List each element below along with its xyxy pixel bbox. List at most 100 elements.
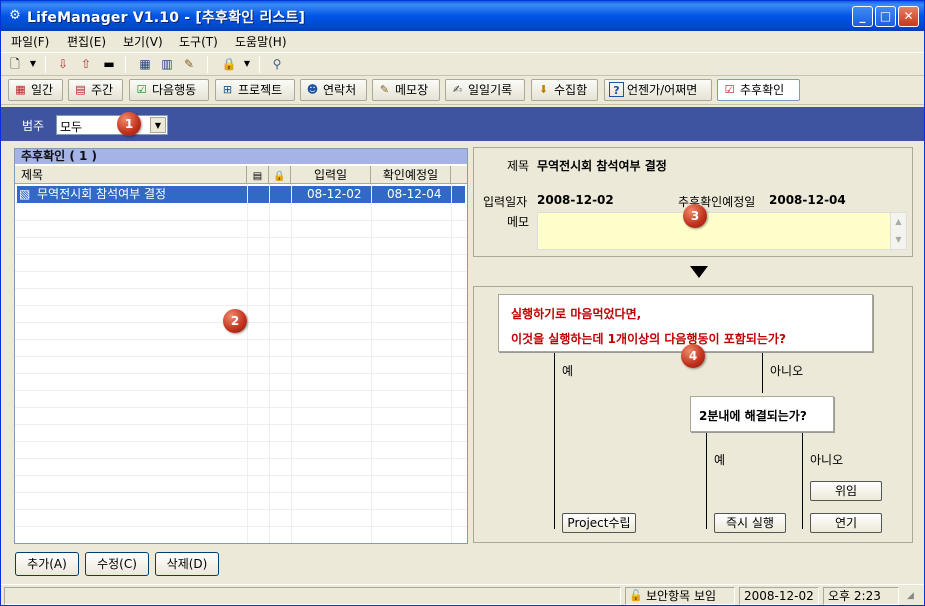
callout-badge-1: 1 bbox=[117, 112, 141, 136]
table-row[interactable]: ▧ 무역전시회 참석여부 결정 08-12-02 08-12-04 bbox=[17, 186, 465, 203]
question-box-2: 2분내에 해결되는가? bbox=[690, 396, 834, 432]
detail-title-value: 무역전시회 참석여부 결정 bbox=[537, 159, 667, 173]
nav-daily-label: 일간 bbox=[31, 83, 54, 97]
close-icon: ✕ bbox=[903, 9, 914, 23]
yes-label-2: 예 bbox=[714, 453, 726, 467]
memo-textarea[interactable]: ▲ ▼ bbox=[537, 212, 907, 250]
status-security[interactable]: 🔓 보안항목 보임 bbox=[625, 587, 735, 605]
row-input-date: 08-12-02 bbox=[307, 187, 362, 201]
lock-dropdown-icon[interactable]: ▼ bbox=[239, 56, 255, 72]
contact-icon: ☻ bbox=[306, 83, 319, 96]
list-header: 제목 ▤ 🔒 입력일 확인예정일 bbox=[15, 166, 467, 184]
status-date: 2008-12-02 bbox=[739, 587, 819, 605]
nav-inbox-button[interactable]: ⬇ 수집함 bbox=[531, 79, 598, 101]
detail-title-label: 제목 bbox=[507, 159, 530, 173]
menu-edit[interactable]: 편집(E) bbox=[67, 33, 106, 50]
title-bar[interactable]: ⚙ LifeManager V1.10 - [추후확인 리스트] _ □ ✕ bbox=[1, 1, 924, 31]
category-select[interactable]: 모두 ▼ bbox=[56, 115, 168, 135]
status-bar: 🔓 보안항목 보임 2008-12-02 오후 2:23 ◢ bbox=[1, 584, 924, 605]
memo-icon: ✎ bbox=[379, 83, 390, 96]
lock-column-icon: 🔒 bbox=[273, 171, 286, 182]
menu-help[interactable]: 도움말(H) bbox=[235, 33, 287, 50]
menu-file[interactable]: 파일(F) bbox=[11, 33, 49, 50]
scroll-up-icon[interactable]: ▲ bbox=[891, 213, 906, 231]
menu-view[interactable]: 보기(V) bbox=[123, 33, 163, 50]
book-icon[interactable]: ▥ bbox=[159, 56, 175, 72]
nav-daily-button[interactable]: ▦ 일간 bbox=[8, 79, 63, 101]
nav-someday-button[interactable]: ? 언젠가/어쩌면 bbox=[604, 79, 712, 101]
delete-button[interactable]: 삭제(D) bbox=[155, 552, 219, 576]
nav-next-action-button[interactable]: ☑ 다음행동 bbox=[129, 79, 209, 101]
status-time: 오후 2:23 bbox=[823, 587, 899, 605]
calendar-day-icon: ▦ bbox=[15, 83, 26, 96]
nav-inbox-label: 수집함 bbox=[554, 83, 588, 97]
add-button[interactable]: 추가(A) bbox=[15, 552, 79, 576]
calendar-icon[interactable]: ▦ bbox=[137, 56, 153, 72]
detail-input-date-value: 2008-12-02 bbox=[537, 193, 614, 207]
search-icon[interactable]: ⚲ bbox=[269, 56, 285, 72]
nav-contacts-label: 연락처 bbox=[323, 83, 357, 97]
nav-weekly-button[interactable]: ▤ 주간 bbox=[68, 79, 123, 101]
checklist-icon: ☑ bbox=[136, 83, 147, 96]
menu-tools[interactable]: 도구(T) bbox=[179, 33, 218, 50]
tools-icon[interactable]: ✎ bbox=[181, 56, 197, 72]
nav-memo-button[interactable]: ✎ 메모장 bbox=[372, 79, 440, 101]
nav-followup-button[interactable]: ☑ 추후확인 bbox=[717, 79, 800, 101]
chevron-down-icon[interactable]: ▼ bbox=[150, 117, 166, 133]
category-value: 모두 bbox=[60, 120, 83, 134]
nav-project-button[interactable]: ⊞ 프로젝트 bbox=[215, 79, 295, 101]
close-button[interactable]: ✕ bbox=[898, 6, 919, 27]
row-due-date: 08-12-04 bbox=[387, 187, 442, 201]
app-window: ⚙ LifeManager V1.10 - [추후확인 리스트] _ □ ✕ 파… bbox=[0, 0, 925, 606]
journal-icon: ✍ bbox=[452, 83, 463, 96]
import-icon[interactable]: ⇩ bbox=[55, 56, 71, 72]
question-icon: ? bbox=[609, 82, 624, 97]
calendar-week-icon: ▤ bbox=[75, 83, 86, 96]
callout-badge-3: 3 bbox=[683, 204, 707, 228]
column-lock[interactable]: 🔒 bbox=[269, 166, 291, 184]
app-icon: ⚙ bbox=[9, 8, 21, 23]
defer-button[interactable]: 연기 bbox=[810, 513, 882, 533]
memo-scrollbar[interactable]: ▲ ▼ bbox=[890, 213, 906, 249]
followup-icon: ☑ bbox=[724, 83, 735, 96]
detail-input-date-label: 입력일자 bbox=[483, 195, 528, 209]
minimize-icon: _ bbox=[859, 9, 866, 23]
project-tree-icon: ⊞ bbox=[222, 83, 233, 96]
nav-memo-label: 메모장 bbox=[395, 83, 429, 97]
row-title: 무역전시회 참석여부 결정 bbox=[37, 187, 167, 201]
maximize-button[interactable]: □ bbox=[875, 6, 896, 27]
window-title: LifeManager V1.10 - [추후확인 리스트] bbox=[27, 10, 306, 26]
scroll-down-icon[interactable]: ▼ bbox=[891, 231, 906, 249]
new-document-icon[interactable]: 🗋 bbox=[7, 56, 23, 72]
callout-badge-2: 2 bbox=[223, 309, 247, 333]
maximize-icon: □ bbox=[879, 9, 892, 23]
no-label-2: 아니오 bbox=[810, 453, 844, 467]
nav-weekly-label: 주간 bbox=[91, 83, 114, 97]
project-create-button[interactable]: Project수립 bbox=[562, 513, 636, 533]
callout-badge-4: 4 bbox=[681, 344, 705, 368]
print-icon[interactable]: ▬ bbox=[101, 56, 117, 72]
column-due-date[interactable]: 확인예정일 bbox=[371, 166, 451, 184]
nav-contacts-button[interactable]: ☻ 연락처 bbox=[300, 79, 367, 101]
column-input-date[interactable]: 입력일 bbox=[291, 166, 371, 184]
nav-next-action-label: 다음행동 bbox=[152, 83, 197, 97]
edit-button[interactable]: 수정(C) bbox=[85, 552, 149, 576]
minimize-button[interactable]: _ bbox=[852, 6, 873, 27]
detail-panel: 제목 무역전시회 참석여부 결정 입력일자 2008-12-02 추후확인예정일… bbox=[473, 147, 913, 257]
nav-project-label: 프로젝트 bbox=[238, 83, 283, 97]
do-now-button[interactable]: 즉시 실행 bbox=[714, 513, 786, 533]
nav-journal-button[interactable]: ✍ 일일기록 bbox=[445, 79, 525, 101]
view-toolbar: ▦ 일간 ▤ 주간 ☑ 다음행동 ⊞ 프로젝트 ☻ 연락처 ✎ 메모장 ✍ 일일… bbox=[1, 77, 924, 105]
column-memo[interactable]: ▤ bbox=[247, 166, 269, 184]
export-icon[interactable]: ⇧ bbox=[78, 56, 94, 72]
column-title[interactable]: 제목 bbox=[15, 166, 247, 184]
status-security-text: 보안항목 보임 bbox=[646, 589, 717, 603]
lock-status-icon: 🔓 bbox=[629, 589, 643, 602]
detail-memo-label: 메모 bbox=[507, 215, 530, 229]
dropdown-arrow-icon[interactable]: ▼ bbox=[25, 56, 41, 72]
lock-icon[interactable]: 🔒 bbox=[221, 56, 237, 72]
resize-grip-icon[interactable]: ◢ bbox=[907, 591, 914, 601]
down-arrow-icon bbox=[690, 266, 708, 278]
followup-list-panel: 추후확인 ( 1 ) 제목 ▤ 🔒 입력일 확인예정일 ▧ 무역전시회 참석여부… bbox=[14, 148, 468, 544]
delegate-button[interactable]: 위임 bbox=[810, 481, 882, 501]
